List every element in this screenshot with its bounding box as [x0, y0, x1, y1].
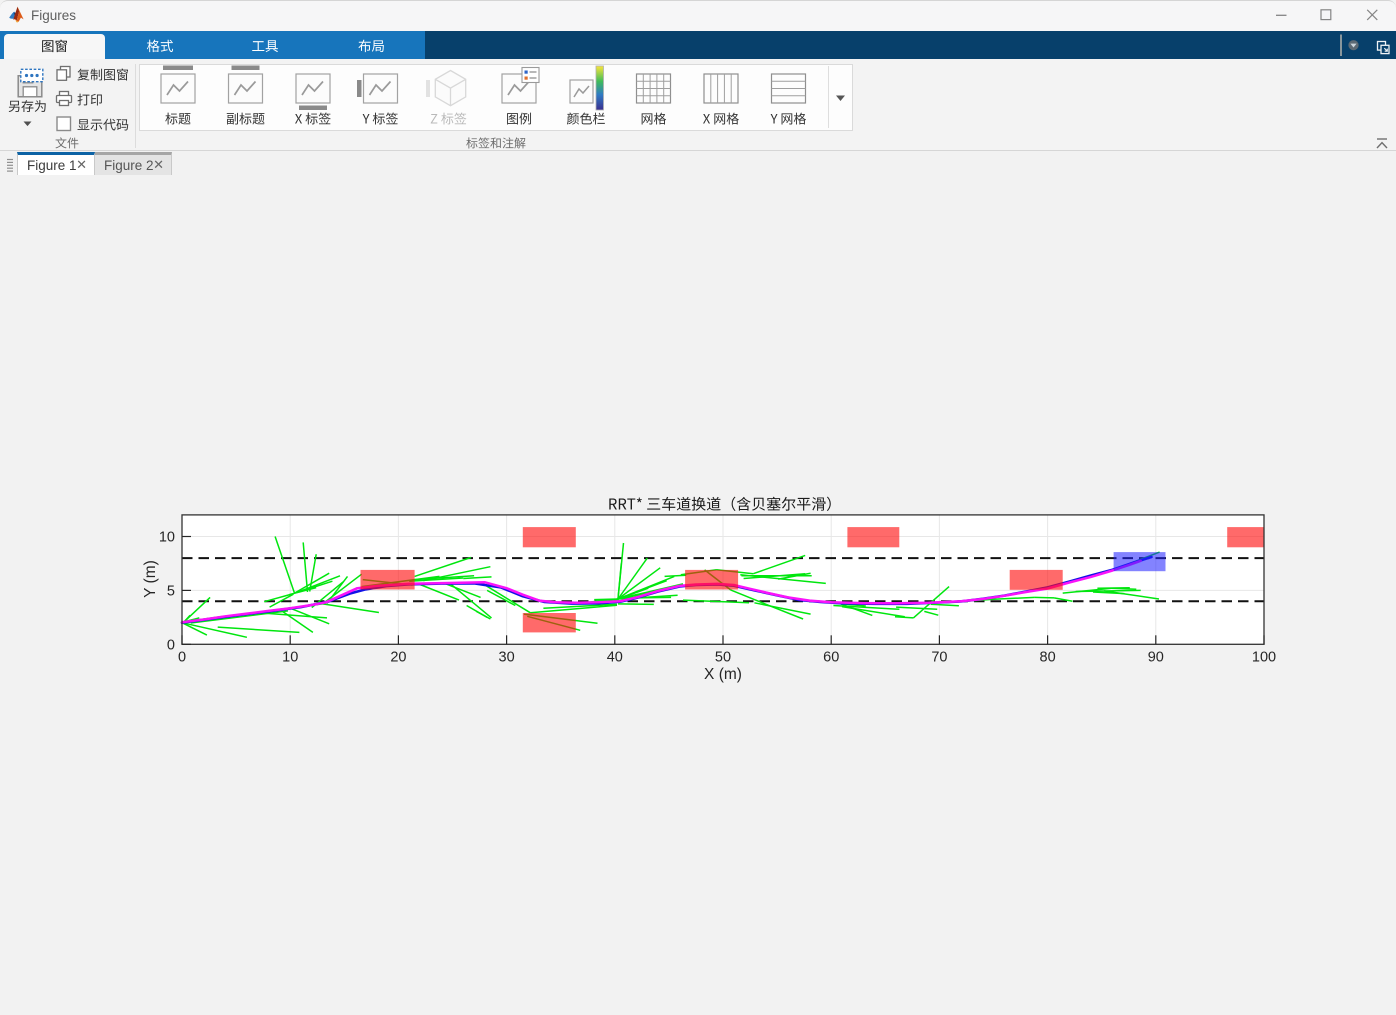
svg-text:5: 5: [167, 583, 175, 599]
svg-text:60: 60: [823, 650, 839, 666]
svg-text:100: 100: [1252, 650, 1276, 666]
svg-text:80: 80: [1040, 650, 1056, 666]
svg-text:50: 50: [715, 650, 731, 666]
svg-text:70: 70: [931, 650, 947, 666]
svg-text:10: 10: [282, 650, 298, 666]
svg-text:20: 20: [390, 650, 406, 666]
svg-text:40: 40: [607, 650, 623, 666]
svg-text:90: 90: [1148, 650, 1164, 666]
svg-text:0: 0: [178, 650, 186, 666]
svg-text:X (m): X (m): [704, 666, 742, 683]
svg-text:30: 30: [499, 650, 515, 666]
svg-text:0: 0: [167, 637, 175, 653]
svg-text:10: 10: [159, 530, 175, 546]
svg-text:Y (m): Y (m): [142, 560, 159, 598]
